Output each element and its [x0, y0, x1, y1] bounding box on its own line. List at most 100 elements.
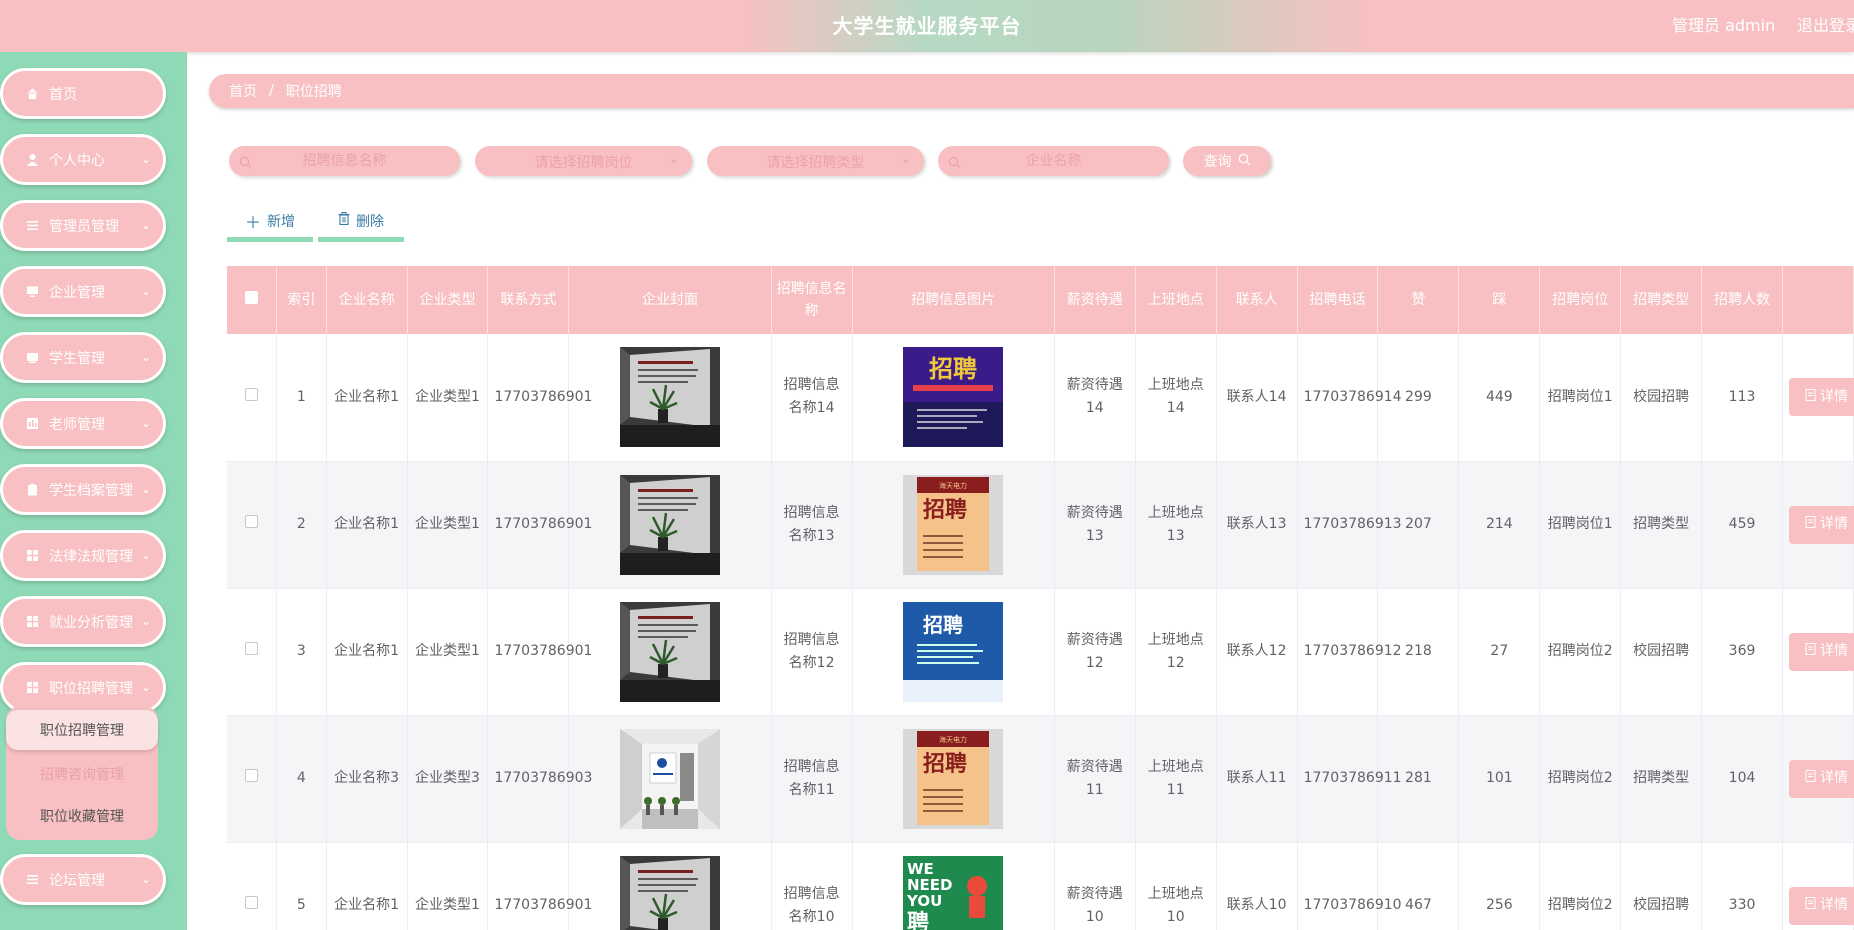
trash-icon	[338, 212, 350, 229]
chevron-down-icon: ⌄	[140, 482, 151, 496]
recruitment-name-search[interactable]	[229, 146, 460, 176]
submenu-item-recruitment-consulting[interactable]: 招聘咨询管理	[6, 754, 158, 794]
company-name-search[interactable]	[938, 146, 1169, 176]
svg-text:招聘: 招聘	[923, 613, 963, 637]
recruitment-image-cell: 招聘	[852, 334, 1055, 462]
sidebar-item-company-management[interactable]: 企业管理 ⌄	[0, 266, 166, 317]
recruitment-type-cell: 招聘类型	[1620, 715, 1703, 843]
column-header-work-location: 上班地点	[1135, 266, 1217, 334]
chevron-down-icon: ⌄	[140, 218, 151, 232]
detail-label: 详情	[1820, 897, 1848, 913]
detail-button[interactable]: 详情	[1789, 632, 1854, 671]
row-checkbox[interactable]	[245, 387, 259, 401]
position-select[interactable]: 请选择招聘岗位 ⌄	[475, 146, 692, 176]
select-all-checkbox[interactable]	[245, 291, 259, 304]
recruitment-image-cell: 海天电力 招聘	[852, 715, 1055, 843]
row-checkbox-cell	[227, 842, 278, 930]
position-select-placeholder: 请选择招聘岗位	[534, 155, 633, 171]
svg-text:招聘: 招聘	[923, 498, 967, 523]
sidebar-item-teacher-management[interactable]: 老师管理 ⌄	[0, 398, 166, 449]
delete-label: 删除	[356, 213, 384, 230]
work-location-cell: 上班地点12	[1135, 588, 1217, 716]
detail-button[interactable]: 详情	[1789, 759, 1854, 798]
sidebar-item-student-management[interactable]: 学生管理 ⌄	[0, 332, 166, 383]
company-name-cell: 企业名称1	[326, 588, 408, 716]
index-cell: 4	[276, 715, 327, 843]
recruitment-table: 索引 企业名称 企业类型 联系方式 企业封面 招聘信息名称 招聘信息图片 薪资待遇 上班地点 联系…	[227, 266, 1854, 930]
detail-button[interactable]: 详情	[1789, 505, 1854, 544]
company-name-input[interactable]	[938, 146, 1169, 176]
position-cell: 招聘岗位2	[1539, 842, 1622, 930]
table-row[interactable]: 1 企业名称1 企业类型1 17703786901 招聘信息名称14 招聘 薪资待遇1…	[227, 334, 1854, 462]
sidebar-item-admin-management[interactable]: 管理员管理 ⌄	[0, 200, 166, 251]
detail-label: 详情	[1820, 643, 1848, 659]
sidebar-item-forum-management[interactable]: 论坛管理 ⌄	[0, 854, 166, 905]
search-icon	[1238, 153, 1251, 170]
grid-icon	[25, 615, 39, 629]
document-icon	[1805, 513, 1816, 536]
position-cell: 招聘岗位2	[1539, 715, 1622, 843]
sidebar-item-employment-analysis-management[interactable]: 就业分析管理 ⌄	[0, 596, 166, 647]
sidebar-item-home[interactable]: 首页	[0, 68, 166, 119]
sidebar-item-law-regulation-management[interactable]: 法律法规管理 ⌄	[0, 530, 166, 581]
add-button[interactable]: ＋ 新增	[227, 204, 313, 242]
company-cover-cell	[568, 715, 772, 843]
breadcrumb-home[interactable]: 首页	[229, 81, 257, 101]
recruitment-type-select[interactable]: 请选择招聘类型 ⌄	[707, 146, 924, 176]
home-icon	[25, 87, 39, 101]
detail-button[interactable]: 详情	[1789, 378, 1854, 417]
table-row[interactable]: 3 企业名称1 企业类型1 17703786901 招聘信息名称12 招聘 薪资待遇1…	[227, 588, 1854, 716]
chevron-down-icon: ⌄	[140, 872, 151, 886]
chevron-down-icon: ⌄	[900, 151, 912, 167]
company-type-cell: 企业类型1	[407, 588, 489, 716]
company-cover-image	[619, 474, 720, 575]
delete-button[interactable]: 删除	[318, 204, 404, 242]
recruitment-name-cell: 招聘信息名称10	[771, 842, 853, 930]
sidebar-item-label: 论坛管理	[49, 872, 105, 889]
query-label: 查询	[1203, 154, 1232, 170]
table-row[interactable]: 4 企业名称3 企业类型3 17703786903 招聘信息名称11 海天电力 招聘 …	[227, 715, 1854, 843]
table-row[interactable]: 5 企业名称1 企业类型1 17703786901 招聘信息名称10 WE NEED …	[227, 842, 1854, 930]
row-checkbox[interactable]	[245, 896, 259, 909]
recruitment-name-input[interactable]	[229, 146, 460, 176]
sidebar-item-label: 老师管理	[49, 416, 105, 433]
svg-text:YOU: YOU	[906, 892, 942, 910]
recruitment-phone-cell: 17703786910	[1297, 842, 1402, 930]
table-row[interactable]: 2 企业名称1 企业类型1 17703786901 招聘信息名称13 海天电力 招聘 …	[227, 461, 1854, 589]
grid-icon	[25, 681, 39, 695]
detail-button[interactable]: 详情	[1789, 886, 1854, 925]
column-header-index: 索引	[276, 266, 327, 334]
contact-cell: 17703786901	[487, 588, 592, 716]
row-checkbox[interactable]	[245, 769, 259, 782]
column-header-headcount: 招聘人数	[1701, 266, 1783, 334]
company-cover-cell	[568, 461, 772, 589]
actions-cell: 详情	[1782, 715, 1854, 843]
column-header-recruitment-name: 招聘信息名称	[771, 266, 853, 334]
sidebar-item-label: 学生管理	[49, 350, 105, 367]
salary-cell: 薪资待遇12	[1054, 588, 1136, 716]
work-location-cell: 上班地点10	[1135, 842, 1217, 930]
detail-label: 详情	[1820, 388, 1848, 405]
salary-cell: 薪资待遇10	[1054, 842, 1136, 930]
document-icon	[1805, 894, 1816, 917]
row-checkbox[interactable]	[245, 515, 259, 528]
sidebar-item-personal-center[interactable]: 个人中心 ⌄	[0, 134, 166, 185]
sidebar-item-label: 企业管理	[49, 284, 105, 301]
submenu-item-job-favorites[interactable]: 职位收藏管理	[6, 796, 158, 836]
chevron-down-icon: ⌄	[668, 151, 680, 167]
logout-button[interactable]: 退出登录	[1797, 12, 1854, 36]
index-cell: 2	[276, 461, 327, 589]
column-header-company-cover: 企业封面	[568, 266, 772, 334]
salary-cell: 薪资待遇14	[1054, 334, 1136, 462]
dislikes-cell: 256	[1458, 842, 1541, 930]
recruitment-type-cell: 招聘类型	[1620, 461, 1703, 589]
column-header-recruitment-phone: 招聘电话	[1297, 266, 1379, 334]
sidebar-item-label: 学生档案管理	[49, 482, 133, 499]
query-button[interactable]: 查询	[1183, 146, 1271, 176]
recruitment-phone-cell: 17703786913	[1297, 461, 1402, 589]
submenu-item-job-recruitment[interactable]: 职位招聘管理	[6, 710, 158, 750]
row-checkbox[interactable]	[245, 642, 259, 655]
contact-person-cell: 联系人13	[1216, 461, 1298, 589]
sidebar-item-student-archive-management[interactable]: 学生档案管理 ⌄	[0, 464, 166, 515]
contact-cell: 17703786901	[487, 461, 592, 589]
